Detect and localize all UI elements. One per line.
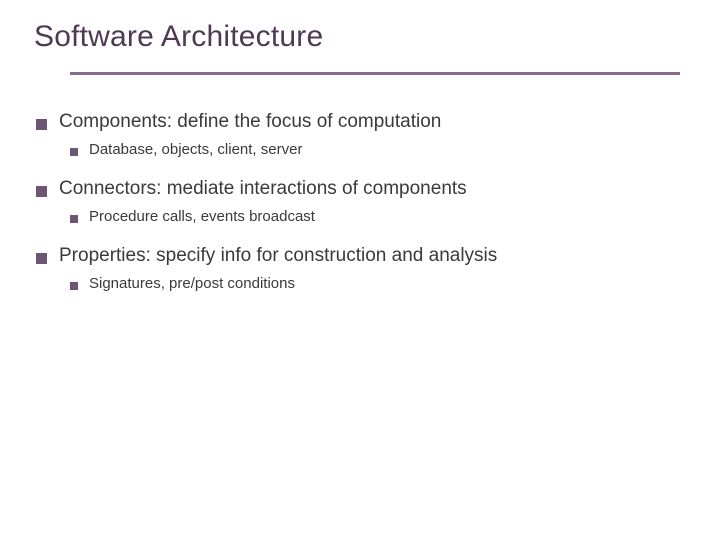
title-underline: [70, 72, 680, 75]
list-subitem-text: Procedure calls, events broadcast: [89, 208, 315, 225]
slide-title: Software Architecture: [34, 20, 690, 54]
square-bullet-icon: [70, 148, 78, 156]
list-subitem: Procedure calls, events broadcast: [30, 208, 690, 225]
list-item: Connectors: mediate interactions of comp…: [30, 178, 690, 200]
list-item-text: Connectors: mediate interactions of comp…: [59, 178, 467, 200]
square-bullet-icon: [36, 119, 47, 130]
square-bullet-icon: [70, 215, 78, 223]
list-item: Properties: specify info for constructio…: [30, 245, 690, 267]
list-item: Components: define the focus of computat…: [30, 111, 690, 133]
list-subitem-text: Signatures, pre/post conditions: [89, 275, 295, 292]
slide: Software Architecture Components: define…: [0, 0, 720, 342]
list-subitem: Signatures, pre/post conditions: [30, 275, 690, 292]
list-subitem-text: Database, objects, client, server: [89, 141, 302, 158]
list-item-text: Components: define the focus of computat…: [59, 111, 441, 133]
square-bullet-icon: [36, 186, 47, 197]
square-bullet-icon: [36, 253, 47, 264]
list-subitem: Database, objects, client, server: [30, 141, 690, 158]
slide-content: Components: define the focus of computat…: [30, 111, 690, 292]
square-bullet-icon: [70, 282, 78, 290]
list-item-text: Properties: specify info for constructio…: [59, 245, 497, 267]
